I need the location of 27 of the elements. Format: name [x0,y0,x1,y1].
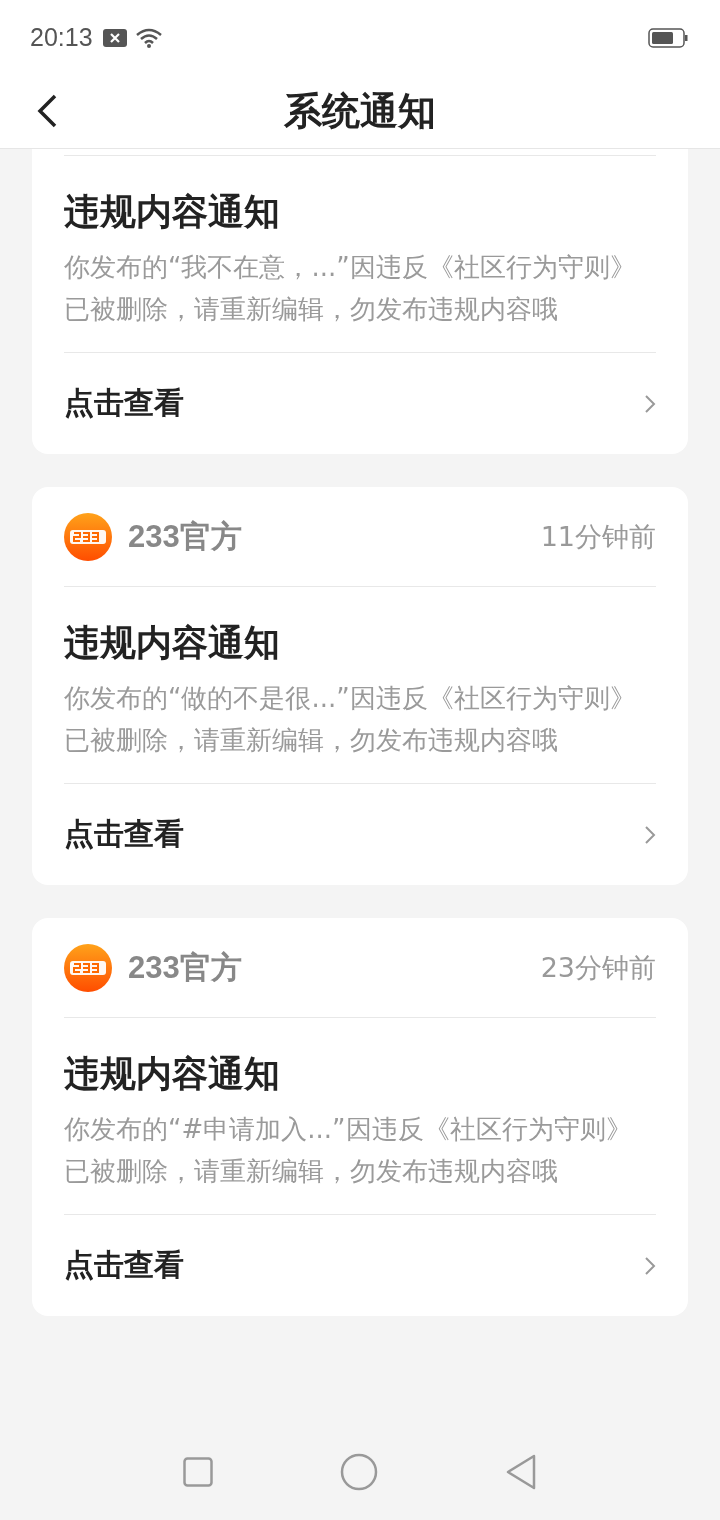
page-title: 系统通知 [284,88,436,135]
status-time: 20:13 [30,23,93,52]
back-button[interactable] [504,1453,537,1490]
sender-name: 233官方 [128,517,242,556]
notification-text: 你发布的“我不在意，...”因违反《社区行为守则》已被删除，请重新编辑，勿发布违规内容哦 [64,251,637,326]
logo-icon [64,512,112,561]
sim-card-icon [102,28,127,47]
chevron-icon [644,1255,656,1276]
notification-title: 违规内容通知 [64,621,281,665]
battery-icon [648,27,688,48]
sender-name: 233官方 [128,948,242,987]
view-link[interactable]: 点击查看 [64,1215,656,1316]
view-link[interactable]: 点击查看 [64,784,656,885]
timestamp: 11分钟前 [540,519,656,554]
chevron-icon [644,824,656,845]
back-icon[interactable] [36,94,58,128]
logo-icon [64,943,112,992]
notification-text: 你发布的“#申请加入...”因违反《社区行为守则》已被删除，请重新编辑，勿发布违规内容哦 [64,1113,633,1188]
wifi-icon [134,26,163,49]
view-link[interactable]: 点击查看 [64,353,656,454]
notification-text: 你发布的“做的不是很...”因违反《社区行为守则》已被删除，请重新编辑，勿发布违规内容哦 [64,682,637,757]
recent-apps-button[interactable] [183,1456,214,1487]
timestamp: 23分钟前 [540,950,656,985]
chevron-icon [644,393,656,414]
home-button[interactable] [340,1452,378,1491]
notification-title: 违规内容通知 [64,190,281,234]
notification-title: 违规内容通知 [64,1052,281,1096]
